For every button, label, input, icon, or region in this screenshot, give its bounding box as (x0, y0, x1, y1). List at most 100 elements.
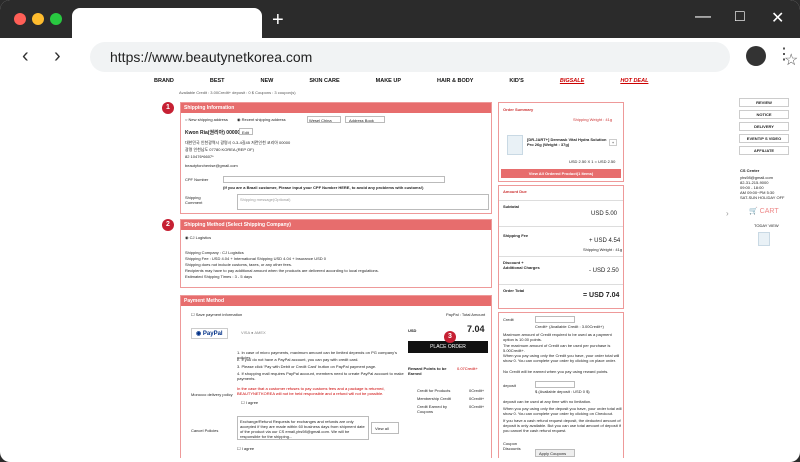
shipping-info-header: Shipping Information (181, 103, 491, 113)
coupon-credit-value: 0Credit+ (469, 404, 485, 409)
deposit-note: When you pay using only the deposit you … (503, 406, 622, 416)
minimize-window-icon[interactable]: — (695, 8, 711, 26)
method-line: Estimated Shipping Times : 3 - 5 days (185, 274, 253, 279)
nav-hot-deal[interactable]: HOT DEAL (620, 78, 648, 88)
credit-note: The maximum amount of Credit can be used… (503, 343, 611, 353)
order-total-amount: 7.04 (467, 324, 485, 334)
recipient-name: Kwon Ria(권리아) 00000 (185, 130, 241, 136)
coupon-label: Coupon Discounts (503, 441, 521, 451)
paypal-total-label: PayPal : Total Amount (446, 312, 486, 317)
new-tab-icon[interactable]: + (272, 10, 284, 30)
browser-tab[interactable] (72, 8, 262, 38)
cancel-label: Cancel Policies (191, 428, 219, 433)
email: beautyforchenise@gmail.com (185, 163, 238, 168)
deposit-available: $ (Available deposit : USD 0 $) (535, 389, 590, 394)
address-bar-row: ‹ › https://www.beautynetkorea.com ☆ (0, 38, 800, 76)
sidebar-event[interactable]: EVENT/P S VIDEO (739, 134, 789, 143)
sidebar-delivery[interactable]: DELIVERY (739, 122, 789, 131)
close-window-icon[interactable]: ✕ (771, 8, 784, 28)
account-icon[interactable] (746, 46, 766, 66)
today-view-thumbnail[interactable] (758, 232, 770, 246)
credit-products-value: 0Credit+ (469, 388, 485, 393)
cart-button[interactable]: 🛒 CART (749, 207, 779, 215)
scroll-right-icon[interactable]: › (726, 209, 729, 218)
nav-kids[interactable]: KID'S (509, 78, 523, 88)
cancel-agree-checkbox[interactable]: ☐ I agree (237, 446, 254, 451)
credit-label: Credit (503, 317, 514, 322)
cs-line: SAT-SUN HOLIDAY OFF (740, 195, 785, 200)
step-1-badge: 1 (162, 102, 174, 114)
deposit-label: deposit (503, 383, 516, 388)
payment-header: Payment Method (181, 296, 491, 306)
product-name[interactable]: [DR.JART+] Dermask Vital Hydra Solution … (527, 137, 607, 147)
payment-note: 3. Please click 'Pay with Debit or Credi… (237, 364, 377, 369)
fee-weight: Shipping Weight : 41g (583, 247, 623, 252)
qty-plus-icon[interactable]: + (609, 139, 617, 146)
country-select[interactable]: Wesel China (307, 116, 341, 123)
sidebar-notice[interactable]: NOTICE (739, 110, 789, 119)
order-summary-title: Order Summary (503, 107, 534, 112)
product-thumbnail[interactable] (507, 135, 523, 155)
nav-bigsale[interactable]: BIGSALE (560, 78, 584, 88)
view-all-button[interactable]: View all (371, 422, 399, 434)
product-price: USD 2.50 X 1 = USD 2.50 (569, 159, 616, 164)
amount-due-title: Amount Due (503, 189, 527, 194)
deposit-input[interactable] (535, 381, 575, 388)
nav-make-up[interactable]: MAKE UP (376, 78, 401, 88)
save-payment-checkbox[interactable]: ☐ Save payment information (191, 312, 242, 317)
paypal-option[interactable]: ◉ PayPal (191, 328, 228, 339)
browser-window: + — □ ✕ ‹ › https://www.beautynetkorea.c… (0, 0, 800, 462)
address-book-button[interactable]: Address Book (345, 116, 385, 123)
sidebar-review[interactable]: REVIEW (739, 98, 789, 107)
shipping-method-section: Shipping Method (Select Shipping Company… (180, 219, 492, 288)
step-3-badge: 3 (444, 331, 456, 343)
discount-value: - USD 2.50 (589, 268, 619, 274)
title-bar: + — □ ✕ (0, 0, 800, 38)
nav-skin-care[interactable]: SKIN CARE (309, 78, 339, 88)
new-address-radio[interactable]: ○ New shipping address (185, 117, 228, 122)
cpf-label: CPF Number (185, 177, 209, 182)
credit-note: Maximum amount of Credit required to be … (503, 332, 612, 342)
url-field[interactable]: https://www.beautynetkorea.com ☆ (90, 42, 798, 72)
nav-brand[interactable]: BRAND (154, 78, 174, 88)
phone: 82 10476*6607* (185, 154, 214, 159)
cj-logistics-radio[interactable]: ◉ CJ Logistics (185, 235, 211, 240)
back-icon[interactable]: ‹ (22, 46, 29, 66)
apply-coupons-button[interactable]: Apply Coupons (535, 449, 575, 457)
comment-textarea[interactable]: Shipping message(Optional) (237, 194, 489, 210)
account-summary: Available Credit : 3.00Credit+ deposit :… (179, 90, 296, 95)
maximize-dot-icon[interactable] (50, 13, 62, 25)
category-nav: BRAND BEST NEW SKIN CARE MAKE UP HAIR & … (154, 78, 684, 88)
minimize-dot-icon[interactable] (32, 13, 44, 25)
cpf-input[interactable] (223, 176, 445, 183)
coupon-credit-label: Credit Earned by Coupons (417, 404, 448, 414)
summary-weight: Shipping Weight : 41g (573, 117, 613, 122)
web-page: BRAND BEST NEW SKIN CARE MAKE UP HAIR & … (4, 76, 796, 458)
deposit-note: deposit can be used at any time with no … (503, 399, 592, 404)
sidebar-affiliate[interactable]: AFFILIATE (739, 146, 789, 155)
payment-note: 2. If you do not have a PayPal account, … (237, 357, 359, 362)
recent-address-radio[interactable]: ◉ Recent shipping address (237, 117, 286, 122)
credit-input[interactable] (535, 316, 575, 323)
morocco-agree-checkbox[interactable]: ☐ I agree (241, 400, 258, 405)
nav-new[interactable]: NEW (261, 78, 274, 88)
url-text: https://www.beautynetkorea.com (110, 49, 313, 65)
membership-label: Membership Credit (417, 396, 451, 401)
membership-value: 0Credit+ (469, 396, 485, 401)
close-dot-icon[interactable] (14, 13, 26, 25)
method-line: Recipients may have to pay additional am… (185, 268, 379, 273)
nav-hair-body[interactable]: HAIR & BODY (437, 78, 473, 88)
cancel-policy-box[interactable]: Exchange/Refund Requests for exchanges a… (237, 416, 369, 440)
nav-best[interactable]: BEST (210, 78, 225, 88)
edit-button[interactable]: Edit (239, 128, 253, 135)
today-view-label: TODAY VIEW (754, 223, 779, 228)
payment-note: 4. If shopping mall requires PayPal acco… (237, 371, 404, 381)
cpf-note: (If you are a Brazil customer, Please in… (223, 185, 424, 190)
forward-icon[interactable]: › (54, 46, 61, 66)
order-summary-section: Order Summary Shipping Weight : 41g [DR.… (498, 102, 624, 182)
morocco-label: Morocco delivery policy (191, 392, 233, 397)
view-all-products-button[interactable]: View All Ordered Product(1 Items) (501, 169, 621, 178)
credit-available: Credit+ (Available Credit : 3.00Credit+) (535, 324, 604, 329)
more-menu-icon[interactable]: ⋮ (776, 45, 792, 65)
restore-window-icon[interactable]: □ (735, 8, 745, 26)
